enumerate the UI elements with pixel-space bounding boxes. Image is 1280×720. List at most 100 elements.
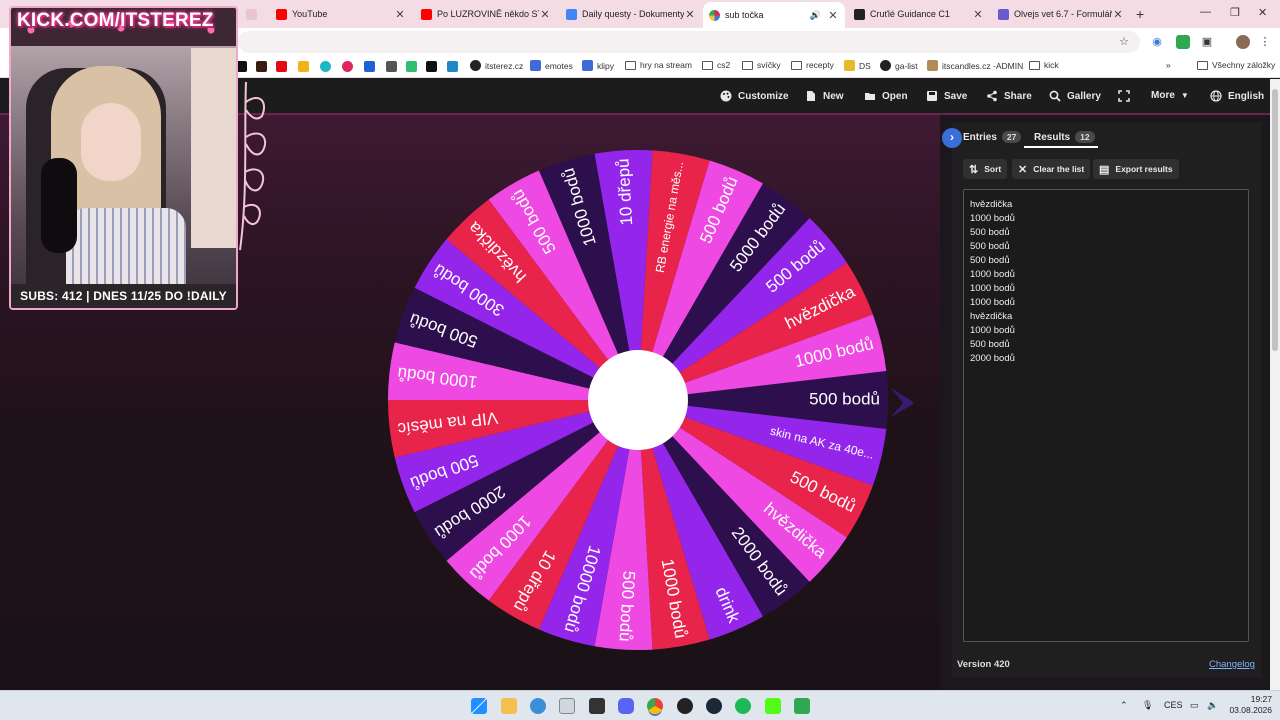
minimize-icon[interactable]: — <box>1200 6 1211 18</box>
open-button[interactable]: Open <box>864 90 908 102</box>
bookmark-emotes[interactable]: emotes <box>530 60 573 71</box>
extension-audio-icon[interactable]: ◉ <box>1150 35 1164 49</box>
close-icon[interactable]: ✕ <box>394 8 406 21</box>
netflix-icon[interactable] <box>276 61 287 72</box>
spotify-icon[interactable] <box>735 698 751 714</box>
bookmark-label: emotes <box>545 60 573 71</box>
tab-youtube[interactable]: YouTube ✕ <box>270 3 412 25</box>
webcam-background <box>191 48 236 248</box>
tab-docs[interactable]: Daily questy - Dokumenty ✕ <box>560 3 702 25</box>
microphone-tray-icon[interactable]: 🎙 <box>1142 700 1153 711</box>
close-icon[interactable]: ✕ <box>1112 8 1124 21</box>
kebab-menu-icon[interactable]: ⋮ <box>1258 35 1272 49</box>
share-button[interactable]: Share <box>986 90 1032 102</box>
maximize-icon[interactable]: ❐ <box>1230 6 1240 19</box>
spin-wheel[interactable]: 500 bodůskin na AK za 40e...500 bodůhvěz… <box>383 145 913 665</box>
changelog-link[interactable]: Changelog <box>1209 659 1255 670</box>
system-clock[interactable]: 19:27 03.08.2026 <box>1226 694 1272 716</box>
puzzle-icon[interactable]: ▣ <box>1200 35 1214 49</box>
tab-entries[interactable]: Entries 27 <box>963 131 1022 143</box>
app-icon[interactable] <box>677 698 693 714</box>
paypal-icon[interactable] <box>364 61 375 72</box>
window-close-icon[interactable]: ✕ <box>1258 6 1267 19</box>
download-icon[interactable] <box>426 61 437 72</box>
file-explorer-icon[interactable] <box>501 698 517 714</box>
bookmark-icon[interactable] <box>447 61 458 72</box>
close-icon[interactable]: ✕ <box>972 8 984 21</box>
steam-icon[interactable] <box>706 698 722 714</box>
youtube-icon <box>421 8 432 20</box>
save-button[interactable]: Save <box>926 90 967 102</box>
bookmark-icon[interactable] <box>386 61 397 72</box>
close-icon[interactable]: ✕ <box>684 8 696 21</box>
tab-forms[interactable]: Olvejs vet 6.7 - Formuláře ✕ <box>992 3 1130 25</box>
fullscreen-button[interactable] <box>1118 90 1136 102</box>
folder-icon <box>1197 60 1208 70</box>
language-button[interactable]: English <box>1210 90 1264 102</box>
windows-start-icon[interactable] <box>471 698 487 714</box>
wheel-center-hub[interactable] <box>588 350 688 450</box>
page-scrollbar[interactable] <box>1270 79 1280 690</box>
leaf-decoration-icon <box>239 82 267 251</box>
chrome-icon[interactable] <box>647 698 663 714</box>
save-icon <box>927 91 937 101</box>
bookmark-folder-cs2[interactable]: cs2 <box>702 60 730 70</box>
app-icon[interactable] <box>589 698 605 714</box>
webcam-overlay: KICK.COM/ITSTEREZ SUBS: 412 | DNES 11/25… <box>9 6 238 310</box>
ccleaner-icon[interactable] <box>530 698 546 714</box>
chevron-right-icon[interactable]: › <box>942 128 962 148</box>
tab-guidance[interactable]: Cruťlé Guidance C1 ✕ <box>848 3 990 25</box>
bookmark-itsterez[interactable]: itsterez.cz <box>470 60 523 71</box>
bookmark-ga-list[interactable]: ga-list <box>880 60 918 71</box>
all-bookmarks[interactable]: Všechny záložky <box>1197 60 1275 70</box>
volume-icon[interactable]: 🔈 <box>1207 700 1218 711</box>
bookmark-star-icon[interactable]: ☆ <box>1117 35 1131 49</box>
network-icon[interactable]: ▭ <box>1190 700 1199 711</box>
app-icon[interactable] <box>794 698 810 714</box>
bookmark-folder-kick[interactable]: kick <box>1029 60 1059 70</box>
discord-icon[interactable] <box>618 698 634 714</box>
gallery-button[interactable]: Gallery <box>1049 90 1101 102</box>
new-button[interactable]: New <box>805 90 844 102</box>
tab-active[interactable]: sub točka 🔊 ✕ <box>703 2 845 28</box>
avatar[interactable] <box>1236 35 1250 49</box>
close-icon[interactable]: ✕ <box>539 8 551 21</box>
export-results-button[interactable]: ▤ Export results <box>1093 159 1179 179</box>
results-textarea[interactable]: hvězdička 1000 bodů 500 bodů 500 bodů 50… <box>963 189 1249 642</box>
save-label: Save <box>944 90 968 102</box>
language-label: English <box>1228 90 1265 102</box>
tab-pinned[interactable] <box>240 3 270 25</box>
bookmark-icon[interactable] <box>256 61 267 72</box>
tab-results[interactable]: Results 12 <box>1034 131 1095 143</box>
clear-list-button[interactable]: ✕ Clear the list <box>1012 159 1091 179</box>
close-icon[interactable]: ✕ <box>827 9 839 22</box>
bookmark-folder-svicky[interactable]: svíčky <box>742 60 781 70</box>
bookmark-icon[interactable] <box>320 61 331 72</box>
bookmark-folder-recepty[interactable]: recepty <box>791 60 834 70</box>
bookmark-ds[interactable]: DS <box>844 60 871 71</box>
clear-label: Clear the list <box>1033 164 1085 174</box>
bookmark-folder-hry[interactable]: hry na stream <box>625 60 692 70</box>
bookmark-itscandles[interactable]: itscandles.cz -ADMIN <box>927 60 1023 71</box>
input-language[interactable]: CES <box>1164 700 1183 710</box>
scrollbar-thumb[interactable] <box>1272 89 1278 351</box>
address-input[interactable] <box>238 31 1140 53</box>
extension-icon[interactable] <box>1176 35 1190 49</box>
bookmarks-overflow[interactable]: » <box>1166 60 1171 70</box>
app-icon[interactable] <box>559 698 575 714</box>
customize-button[interactable]: Customize <box>720 90 789 102</box>
bookmark-label: Všechny záložky <box>1212 60 1276 70</box>
tab-video[interactable]: Po LUZROVINĚ někdo STŘ ✕ <box>415 3 557 25</box>
bookmark-icon[interactable] <box>406 61 417 72</box>
sort-button[interactable]: ⇅ Sort <box>963 159 1008 179</box>
bookmark-icon[interactable] <box>298 61 309 72</box>
folder-icon <box>791 60 802 70</box>
kick-icon[interactable] <box>765 698 781 714</box>
bookmark-label: cs2 <box>717 60 731 70</box>
more-dropdown[interactable]: More ▼ <box>1151 90 1189 101</box>
tray-overflow-icon[interactable]: ⌃ <box>1120 700 1128 711</box>
speaker-icon[interactable]: 🔊 <box>810 10 821 21</box>
bookmark-klipy[interactable]: klipy <box>582 60 614 71</box>
new-tab-icon[interactable]: + <box>1136 6 1144 22</box>
bookmark-icon[interactable] <box>342 61 353 72</box>
